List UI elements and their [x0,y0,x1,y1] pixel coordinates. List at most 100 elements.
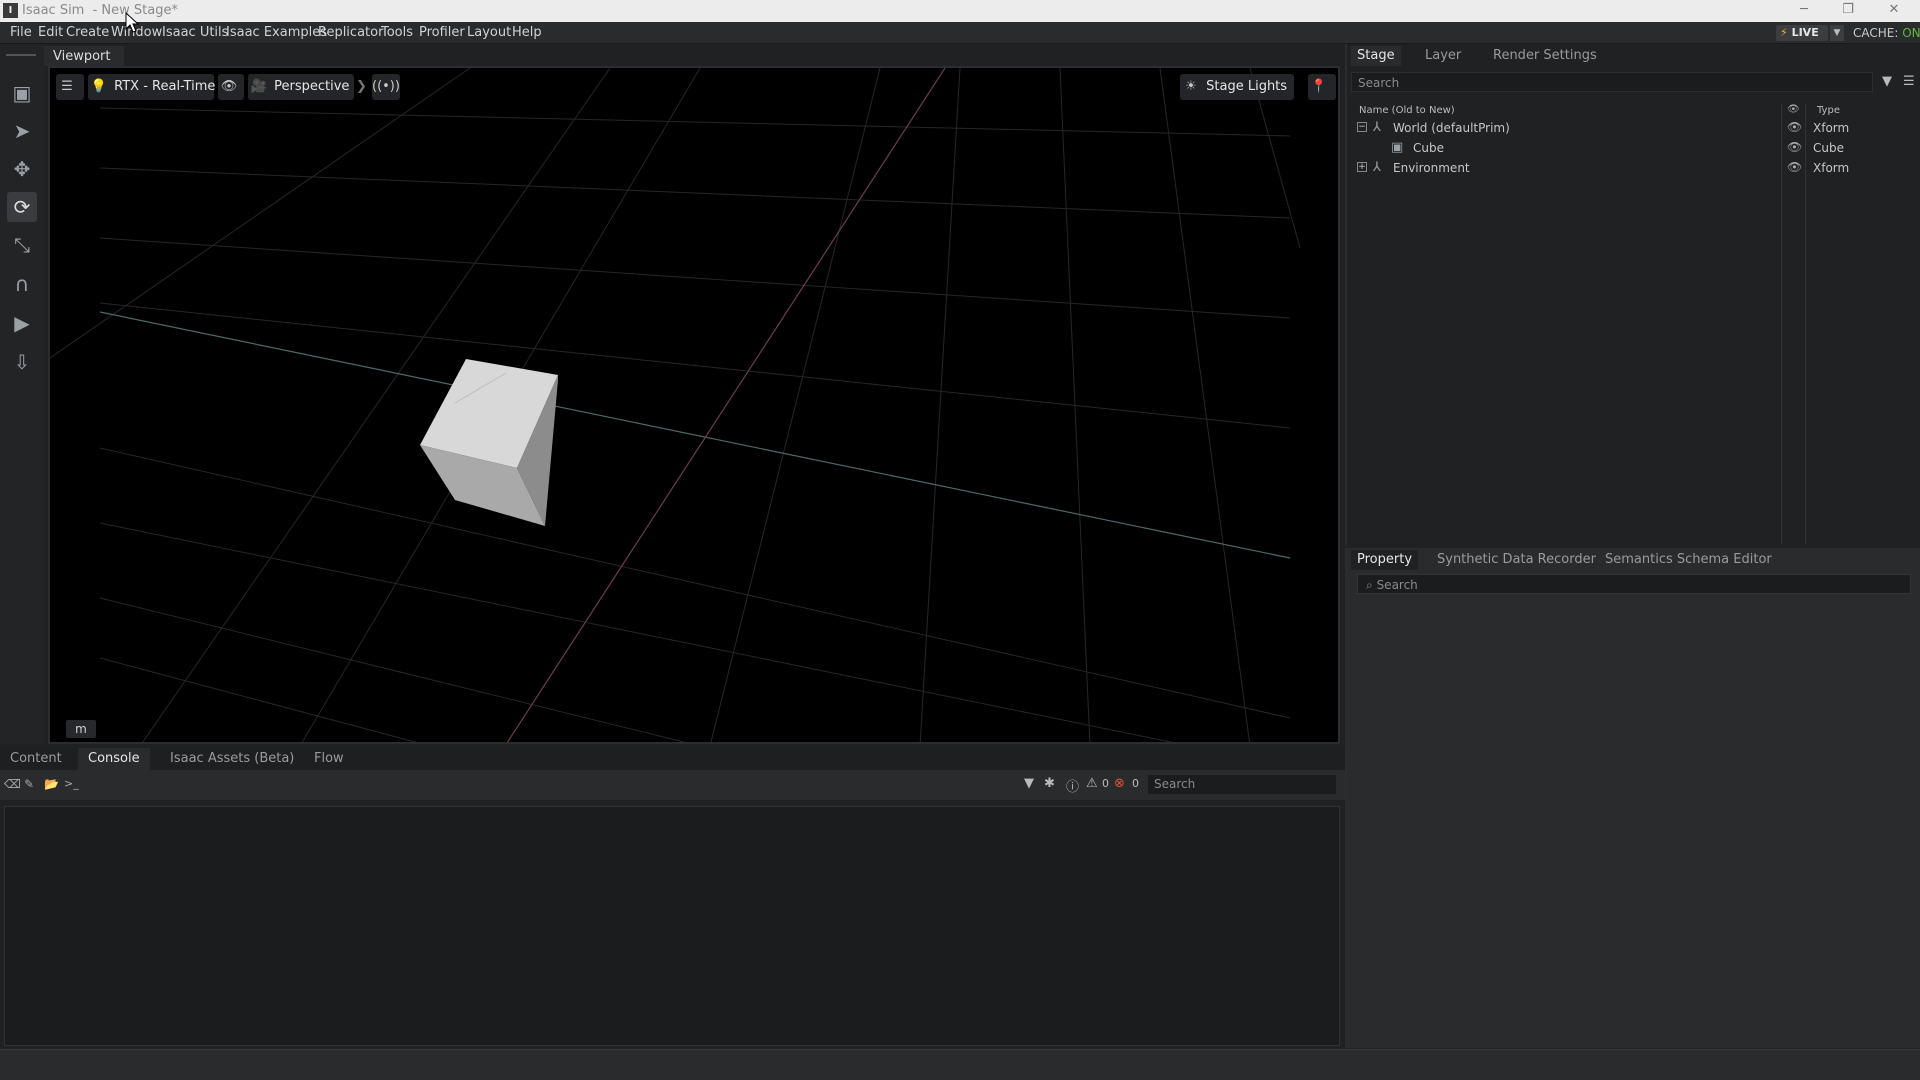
cache-label: CACHE: [1853,26,1899,40]
live-button[interactable]: ⚡ LIVE [1776,25,1828,41]
tab-flow[interactable]: Flow [304,748,354,770]
edit-icon[interactable]: ✎ [24,777,34,791]
close-icon[interactable]: ✕ [1884,2,1904,17]
expand-icon[interactable]: + [1357,162,1367,172]
column-name[interactable]: Name (Old to New) [1359,105,1455,116]
bolt-icon: ⚡ [1780,26,1788,39]
stage-lights-label: Stage Lights [1206,79,1288,94]
visibility-eye-icon[interactable]: 👁 [218,74,244,100]
tab-semantics-schema-editor[interactable]: Semantics Schema Editor [1599,550,1778,570]
renderer-label: RTX - Real-Time [114,79,216,94]
xform-icon: ⅄ [1373,120,1381,135]
bulb-icon: 💡 [90,79,108,94]
restore-icon[interactable]: ❐ [1838,2,1858,17]
menu-file[interactable]: File [10,25,32,40]
select-arrow-icon[interactable]: ➤ [7,116,37,146]
stage-column-header: Name (Old to New) 👁 Type [1347,104,1920,118]
visibility-eye-icon[interactable]: 👁 [1787,120,1802,134]
property-panel: Property Synthetic Data Recorder Semanti… [1345,548,1920,1048]
menu-create[interactable]: Create [66,25,109,40]
tab-stage[interactable]: Stage [1351,46,1401,66]
error-icon[interactable]: ⊗ [1114,776,1125,791]
broadcast-icon[interactable]: ((•)) [372,74,400,100]
stage-row-cube[interactable]: ▣ Cube 👁 Cube [1347,138,1920,158]
snap-magnet-icon[interactable]: ∩ [7,269,37,299]
property-search-placeholder: Search [1376,578,1418,592]
renderer-button[interactable]: 💡 RTX - Real-Time [88,74,216,100]
menu-bar: File Edit Create Window Isaac Utils Isaa… [0,22,1920,44]
tab-render-settings[interactable]: Render Settings [1487,46,1603,66]
clear-icon[interactable]: ⌫ [4,777,21,791]
terminal-icon[interactable]: >_ [64,777,79,790]
stage-panel: Stage Layer Render Settings Search ▼ ☰ N… [1345,44,1920,546]
select-mode-icon[interactable]: ▣ [7,78,37,108]
live-dropdown-icon[interactable]: ▼ [1830,25,1844,41]
stage-row-environment[interactable]: + ⅄ Environment 👁 Xform [1347,158,1920,178]
menu-replicator[interactable]: Replicator [318,25,383,40]
cache-status: CACHE: ON [1853,26,1920,40]
console-search-input[interactable]: Search [1148,775,1336,794]
x-axis-line [99,311,1291,559]
stage-search-input[interactable]: Search [1351,72,1873,92]
tab-synthetic-data-recorder[interactable]: Synthetic Data Recorder [1431,550,1602,570]
prim-name: World (defaultPrim) [1393,121,1510,135]
camera-icon: 🎥 [250,79,268,94]
info-icon[interactable]: ⓘ [1066,776,1079,795]
filter-icon[interactable]: ▼ [1882,74,1892,89]
play-icon[interactable]: ▶ [7,308,37,338]
status-bar [0,1049,1920,1080]
stage-lights-button[interactable]: ☀ Stage Lights [1180,74,1294,100]
visibility-header-icon: 👁 [1787,104,1800,115]
collapse-icon[interactable]: − [1357,122,1367,132]
tab-layer[interactable]: Layer [1419,46,1467,66]
location-pin-icon[interactable]: 📍 [1308,74,1336,100]
prim-type: Xform [1813,121,1850,135]
error-count: 0 [1132,777,1139,790]
column-type[interactable]: Type [1817,105,1840,116]
menu-profiler[interactable]: Profiler [419,25,465,40]
tab-isaac-assets[interactable]: Isaac Assets (Beta) [160,748,304,770]
menu-tools[interactable]: Tools [381,25,413,40]
tab-property[interactable]: Property [1351,550,1419,570]
menu-layout[interactable]: Layout [467,25,511,40]
minimize-icon[interactable]: ─ [1794,2,1814,17]
sun-icon: ☀ [1185,79,1197,94]
verbose-icon[interactable]: ✱ [1044,776,1055,791]
viewport[interactable]: ☰ 💡 RTX - Real-Time 👁 🎥 Perspective ❯ ((… [48,66,1340,744]
tab-content[interactable]: Content [0,748,72,770]
camera-label: Perspective [274,79,350,94]
viewport-settings-icon[interactable]: ☰ [56,74,84,100]
folder-icon[interactable]: 📂 [44,777,59,791]
visibility-eye-icon[interactable]: 👁 [1787,160,1802,174]
cube-icon: ▣ [1391,140,1404,155]
scale-icon[interactable]: ⤡ [7,230,37,260]
search-icon: ⌕ [1366,578,1373,592]
chevron-right-icon[interactable]: ❯ [356,74,370,100]
menu-edit[interactable]: Edit [38,25,63,40]
title-bar: I Isaac Sim - New Stage* ─ ❐ ✕ [0,0,1920,22]
property-search-input[interactable]: ⌕ Search [1357,574,1911,594]
xform-icon: ⅄ [1373,160,1381,175]
tab-console[interactable]: Console [78,748,150,770]
menu-isaac-examples[interactable]: Isaac Examples [226,25,327,40]
cache-state: ON [1902,26,1920,40]
console-output[interactable] [4,806,1340,1046]
options-menu-icon[interactable]: ☰ [1903,74,1915,89]
menu-isaac-utils[interactable]: Isaac Utils [162,25,228,40]
prim-name: Cube [1413,141,1444,155]
physics-icon[interactable]: ⇩ [7,347,37,377]
tab-viewport[interactable]: Viewport [44,46,124,66]
y-axis-line [506,68,946,742]
cube-mesh [420,359,558,526]
menu-help[interactable]: Help [512,25,542,40]
stage-row-world[interactable]: − ⅄ World (defaultPrim) 👁 Xform [1347,118,1920,138]
prim-name: Environment [1393,161,1470,175]
move-icon[interactable]: ✥ [7,154,37,184]
visibility-eye-icon[interactable]: 👁 [1787,140,1802,154]
warning-count: 0 [1102,777,1109,790]
warning-icon[interactable]: ⚠ [1086,776,1098,791]
filter-icon[interactable]: ▼ [1024,776,1034,791]
rotate-icon[interactable]: ⟳ [7,192,37,222]
camera-button[interactable]: 🎥 Perspective [248,74,354,100]
mouse-cursor-icon [125,12,140,33]
